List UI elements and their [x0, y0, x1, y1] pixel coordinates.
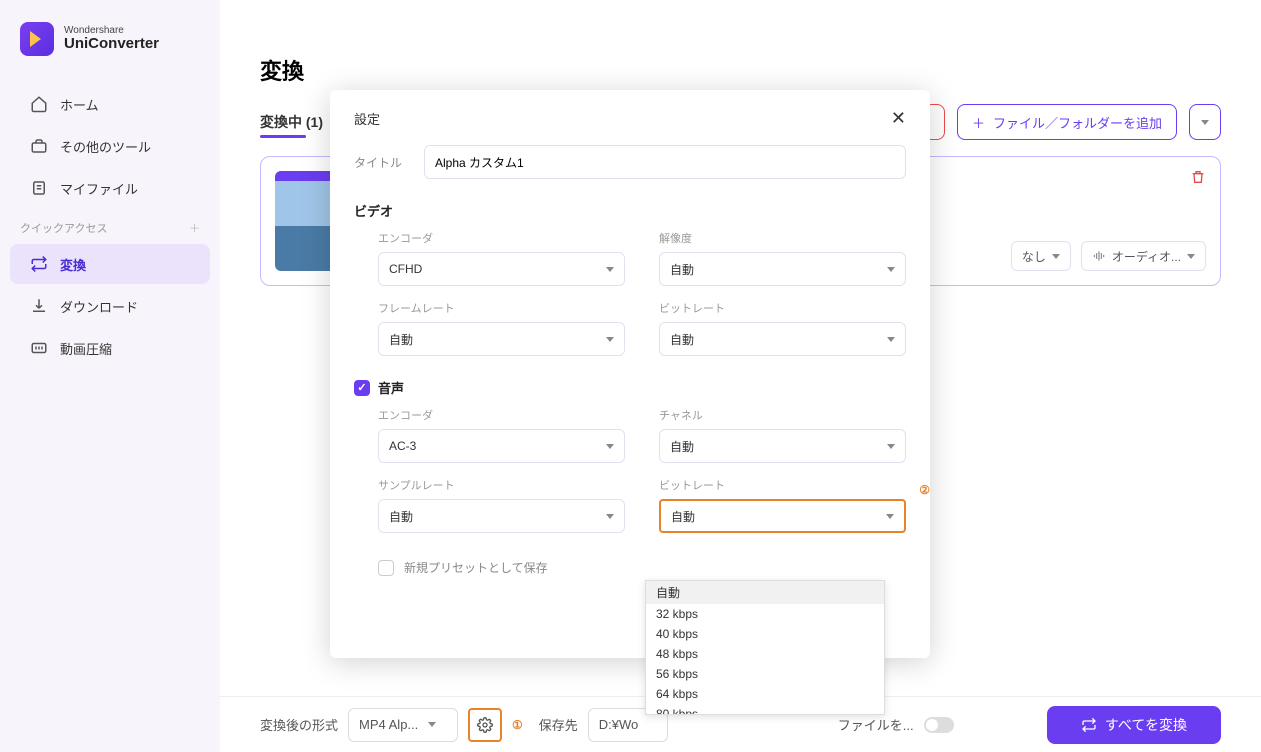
video-encoder-label: エンコーダ	[378, 230, 625, 246]
audio-bitrate-dropdown: 自動 32 kbps 40 kbps 48 kbps 56 kbps 64 kb…	[645, 580, 885, 715]
audio-samplerate-select[interactable]: 自動	[378, 499, 625, 533]
audio-section-header: ✓ 音声	[354, 378, 906, 397]
save-preset-checkbox[interactable]	[378, 560, 394, 576]
audio-samplerate-label: サンプルレート	[378, 477, 625, 493]
video-encoder-select[interactable]: CFHD	[378, 252, 625, 286]
audio-encoder-label: エンコーダ	[378, 407, 625, 423]
modal-title: 設定	[354, 109, 380, 128]
video-resolution-label: 解像度	[659, 230, 906, 246]
bitrate-option[interactable]: 32 kbps	[646, 604, 884, 624]
bitrate-option[interactable]: 80 kbps	[646, 704, 884, 715]
title-field-label: タイトル	[354, 154, 410, 171]
annotation-2: ②	[919, 483, 930, 497]
bitrate-option[interactable]: 64 kbps	[646, 684, 884, 704]
audio-bitrate-label: ビットレート	[659, 477, 906, 493]
video-bitrate-select[interactable]: 自動	[659, 322, 906, 356]
video-section-header: ビデオ	[354, 201, 906, 220]
save-preset-label: 新規プリセットとして保存	[404, 559, 548, 576]
audio-bitrate-select[interactable]: 自動	[659, 499, 906, 533]
modal-backdrop: 設定 ✕ タイトル ビデオ エンコーダ CFHD 解像度自動 フレームレート自動 …	[0, 0, 1261, 752]
chevron-down-icon	[606, 337, 614, 342]
bitrate-option[interactable]: 40 kbps	[646, 624, 884, 644]
bitrate-option[interactable]: 自動	[646, 581, 884, 604]
chevron-down-icon	[886, 514, 894, 519]
audio-checkbox[interactable]: ✓	[354, 380, 370, 396]
audio-channel-select[interactable]: 自動	[659, 429, 906, 463]
chevron-down-icon	[606, 444, 614, 449]
video-resolution-select[interactable]: 自動	[659, 252, 906, 286]
chevron-down-icon	[887, 444, 895, 449]
bitrate-option[interactable]: 48 kbps	[646, 644, 884, 664]
audio-encoder-select[interactable]: AC-3	[378, 429, 625, 463]
settings-modal: 設定 ✕ タイトル ビデオ エンコーダCFHD 解像度自動 フレームレート自動 …	[330, 90, 930, 658]
video-framerate-label: フレームレート	[378, 300, 625, 316]
video-bitrate-label: ビットレート	[659, 300, 906, 316]
title-input[interactable]	[424, 145, 906, 179]
chevron-down-icon	[606, 514, 614, 519]
bitrate-option[interactable]: 56 kbps	[646, 664, 884, 684]
audio-channel-label: チャネル	[659, 407, 906, 423]
chevron-down-icon	[606, 267, 614, 272]
chevron-down-icon	[887, 267, 895, 272]
chevron-down-icon	[887, 337, 895, 342]
video-framerate-select[interactable]: 自動	[378, 322, 625, 356]
modal-close-button[interactable]: ✕	[891, 108, 906, 129]
